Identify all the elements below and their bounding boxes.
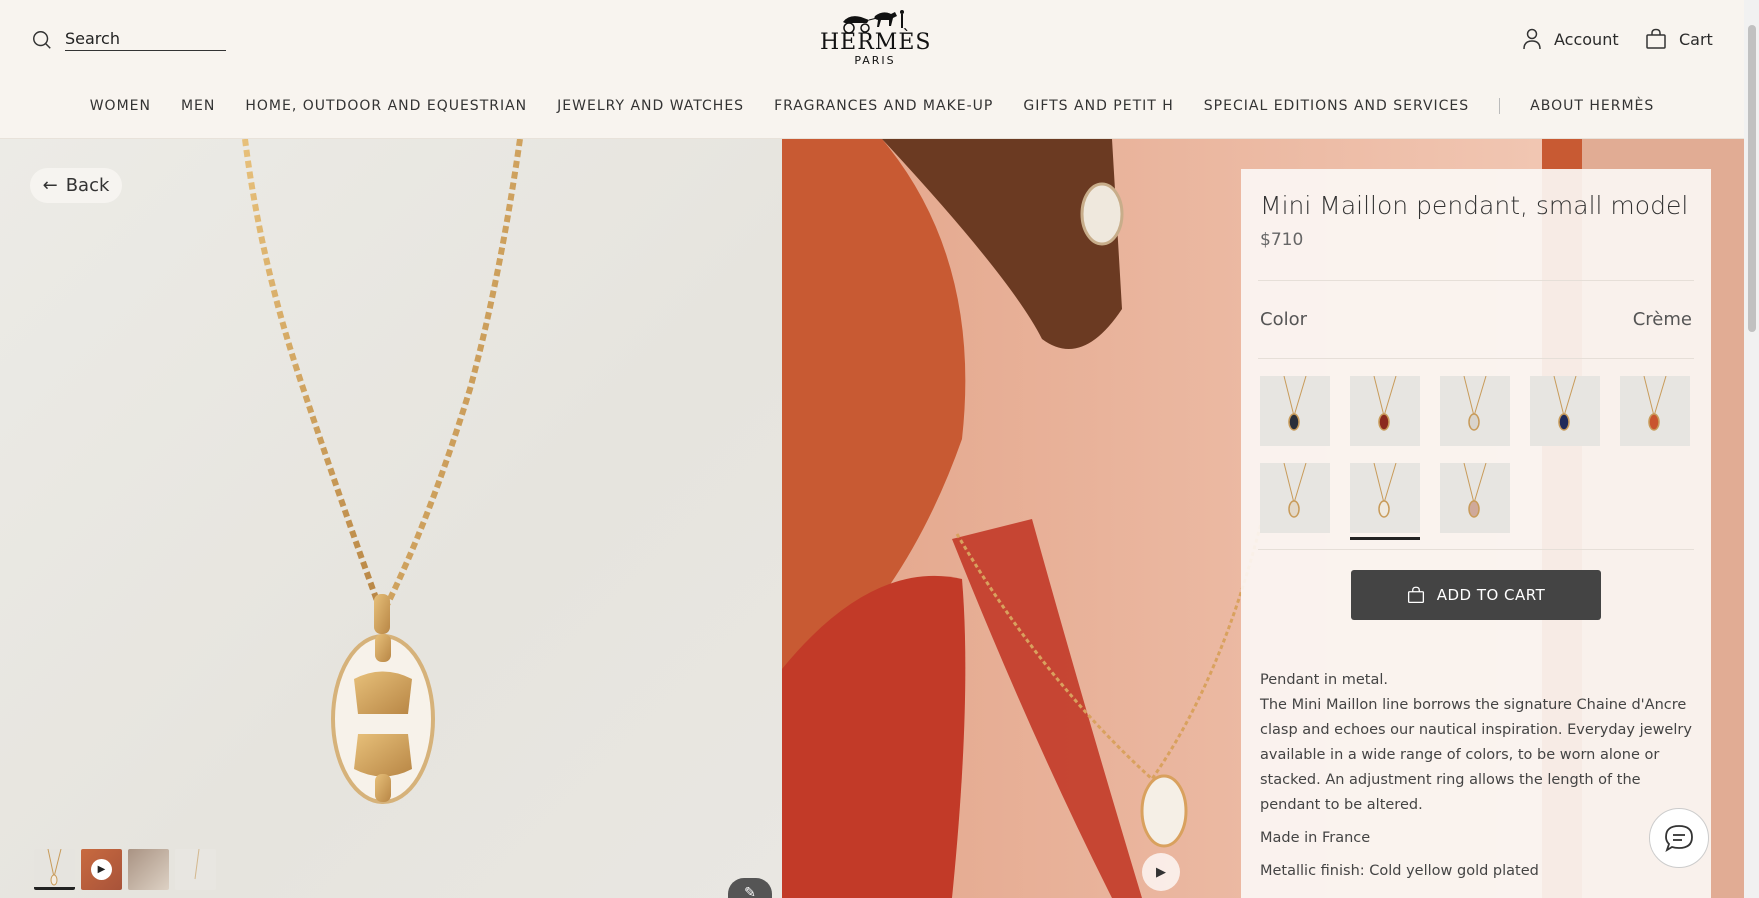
brand-logo[interactable]: HERMÈS PARIS (820, 8, 930, 68)
pendant-thumbnail-icon (1553, 375, 1577, 431)
video-play-button[interactable]: ▶ (1142, 853, 1180, 891)
product-description: Pendant in metal. The Mini Maillon line … (1260, 668, 1692, 884)
product-info-panel: Mini Maillon pendant, small model $710 C… (1241, 169, 1711, 898)
nav-item-jewelry[interactable]: JEWELRY AND WATCHES (542, 98, 759, 114)
color-swatch[interactable] (1350, 462, 1420, 540)
thumbnail-product[interactable] (34, 849, 75, 890)
play-icon: ▶ (91, 859, 112, 880)
account-label: Account (1554, 29, 1619, 49)
color-swatch[interactable] (1350, 375, 1420, 446)
product-title: Mini Maillon pendant, small model (1260, 191, 1689, 220)
magic-wand-icon: ✎ (744, 885, 756, 898)
color-row: Color Crème (1260, 281, 1692, 358)
color-label: Color (1260, 309, 1307, 330)
cart-link[interactable]: Cart (1645, 28, 1713, 50)
pendant-thumbnail-icon (1463, 375, 1487, 431)
color-swatches (1260, 359, 1692, 549)
color-swatch[interactable] (1440, 375, 1510, 446)
divider (1258, 549, 1694, 550)
site-header: Search HERMÈS PARIS Account Cart WOMEN M… (0, 0, 1744, 139)
magic-wand-button[interactable]: ✎ (728, 878, 772, 898)
pendant-thumbnail-icon (1373, 375, 1397, 431)
account-link[interactable]: Account (1522, 28, 1619, 50)
scrollbar-thumb[interactable] (1748, 25, 1756, 332)
finish: Metallic finish: Cold yellow gold plated (1260, 863, 1539, 879)
product-main-image[interactable]: ← Back ▶ ✎ (0, 139, 782, 898)
user-icon (1523, 28, 1541, 50)
page-scrollbar[interactable] (1744, 0, 1759, 898)
nav-item-gifts[interactable]: GIFTS AND PETIT H (1008, 98, 1188, 114)
pendant-thumbnail-icon (1283, 462, 1307, 518)
pendant-thumbnail-icon (1283, 375, 1307, 431)
search-icon[interactable] (31, 29, 53, 51)
shopping-bag-icon (1407, 586, 1424, 604)
thumbnail-strip: ▶ (34, 849, 216, 890)
nav-item-special-editions[interactable]: SPECIAL EDITIONS AND SERVICES (1189, 98, 1484, 114)
nav-item-about[interactable]: ABOUT HERMÈS (1515, 98, 1669, 114)
nav-item-men[interactable]: MEN (166, 98, 230, 114)
color-value: Crème (1632, 309, 1692, 330)
page: Search HERMÈS PARIS Account Cart WOMEN M… (0, 0, 1759, 898)
nav-divider (1499, 98, 1501, 114)
nav-item-fragrances[interactable]: FRAGRANCES AND MAKE-UP (759, 98, 1008, 114)
pendant-thumbnail-icon (1463, 462, 1487, 518)
back-button[interactable]: ← Back (30, 168, 122, 203)
shopping-bag-icon (1646, 28, 1666, 49)
pendant-thumbnail-icon (1373, 462, 1397, 518)
add-to-cart-label: ADD TO CART (1436, 586, 1546, 604)
nav-item-women[interactable]: WOMEN (75, 98, 166, 114)
thumbnail-video[interactable]: ▶ (81, 849, 122, 890)
color-swatch[interactable] (1440, 462, 1510, 533)
product-price: $710 (1260, 230, 1304, 250)
main-nav: WOMEN MEN HOME, OUTDOOR AND EQUESTRIAN J… (0, 98, 1744, 114)
color-swatch[interactable] (1620, 375, 1690, 446)
search-input[interactable]: Search (65, 29, 226, 51)
color-swatch[interactable] (1260, 375, 1330, 446)
search-box[interactable]: Search (31, 29, 226, 51)
brand-name: HERMÈS (820, 30, 932, 55)
nav-item-home[interactable]: HOME, OUTDOOR AND EQUESTRIAN (230, 98, 542, 114)
brand-city: PARIS (854, 54, 896, 67)
description-line: Pendant in metal. The Mini Maillon line … (1260, 672, 1692, 813)
back-label: Back (65, 175, 110, 196)
pendant-thumbnail-icon (1643, 375, 1667, 431)
chat-bubble-icon (1665, 825, 1693, 853)
thumbnail-worn[interactable] (128, 849, 169, 890)
arrow-left-icon: ← (42, 175, 58, 196)
chat-button[interactable] (1649, 808, 1709, 868)
color-swatch[interactable] (1260, 462, 1330, 533)
add-to-cart-button[interactable]: ADD TO CART (1351, 570, 1601, 620)
cart-label: Cart (1679, 29, 1713, 49)
thumbnail-detail[interactable] (175, 849, 216, 890)
pendant-necklace-image (242, 139, 523, 804)
color-swatch[interactable] (1530, 375, 1600, 446)
made-in: Made in France (1260, 830, 1371, 846)
play-icon: ▶ (1156, 864, 1166, 880)
